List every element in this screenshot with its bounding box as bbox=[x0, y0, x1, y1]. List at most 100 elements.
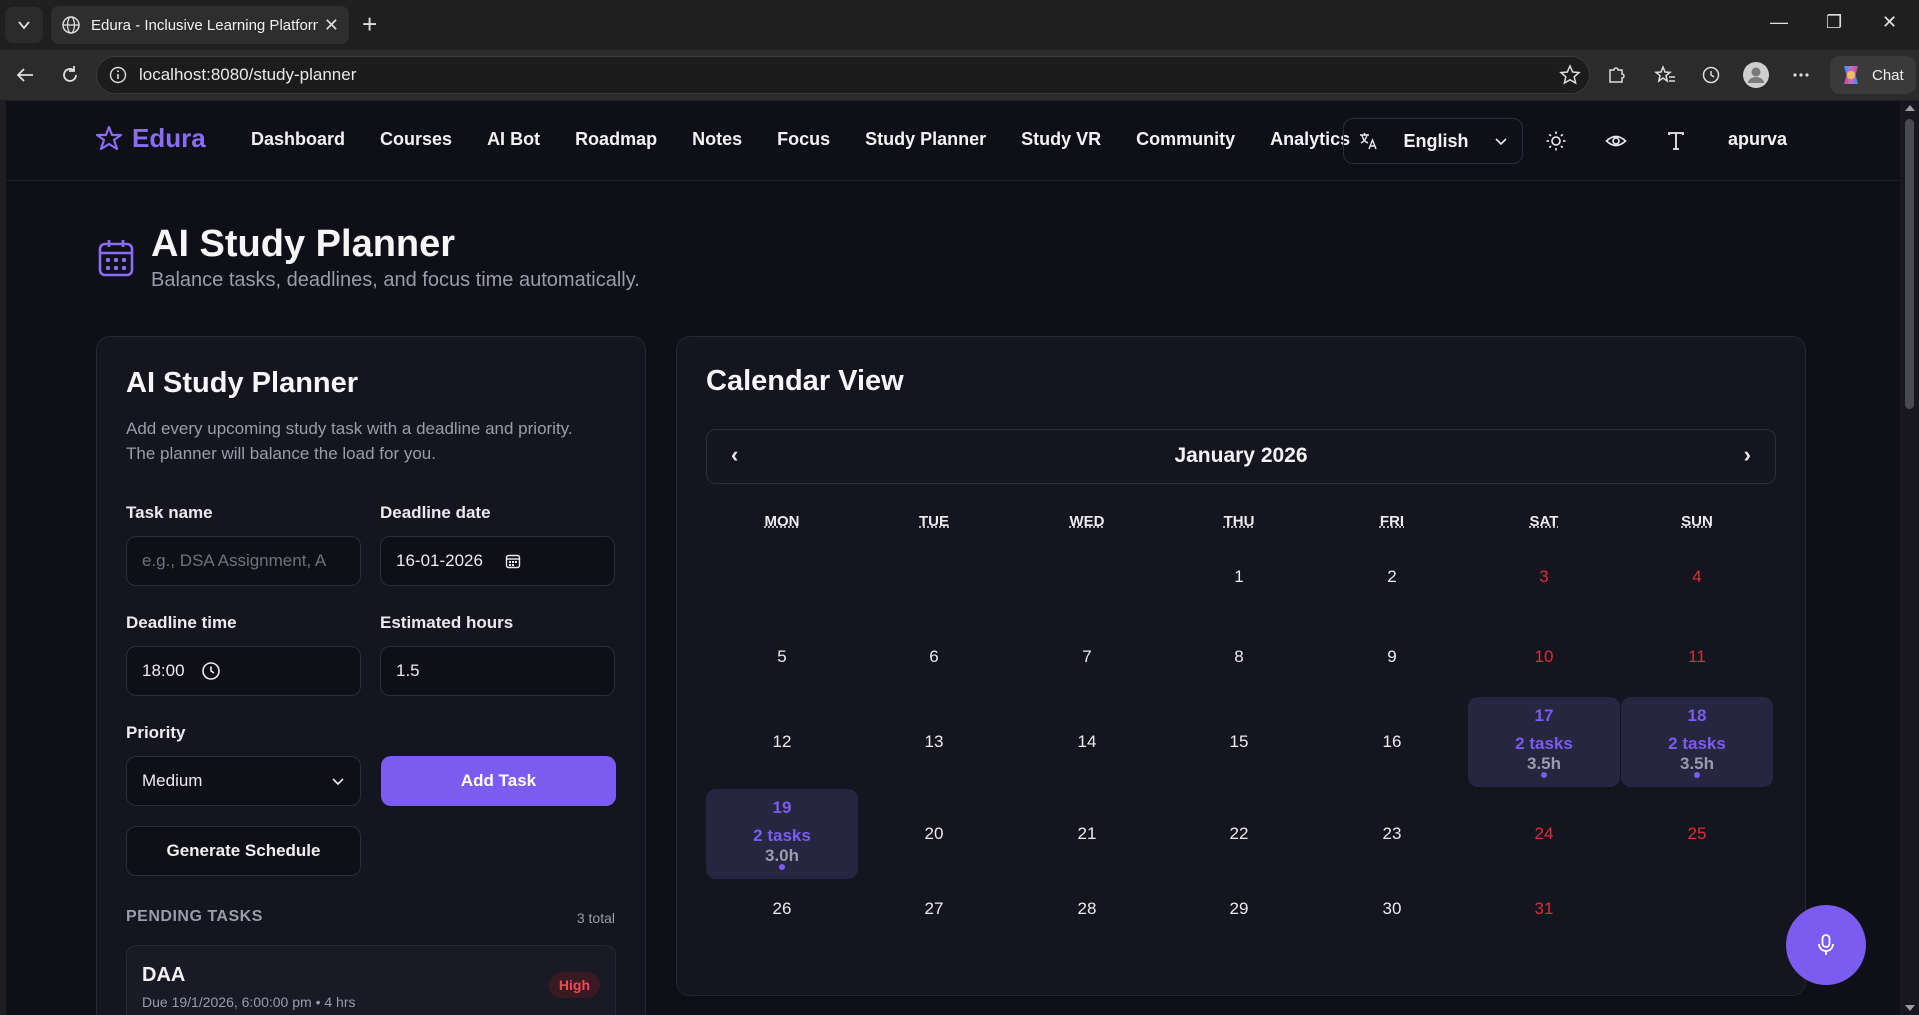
nav-link-courses[interactable]: Courses bbox=[380, 129, 452, 150]
calendar-day-1[interactable]: 1 bbox=[1163, 537, 1315, 617]
nav-link-focus[interactable]: Focus bbox=[777, 129, 830, 150]
calendar-day-5[interactable]: 5 bbox=[706, 617, 858, 697]
nav-link-community[interactable]: Community bbox=[1136, 129, 1235, 150]
deadline-time-input[interactable]: 18:00 bbox=[126, 646, 361, 696]
new-tab-button[interactable]: + bbox=[362, 11, 377, 37]
favorites-button[interactable] bbox=[1652, 62, 1678, 88]
day-number: 24 bbox=[1534, 824, 1554, 843]
reload-button[interactable] bbox=[57, 62, 83, 88]
day-number: 21 bbox=[1077, 824, 1097, 843]
favorite-star-button[interactable] bbox=[1557, 62, 1583, 88]
task-name: DAA bbox=[142, 964, 186, 986]
calendar-card: Calendar View ‹ January 2026 › MON TUE WED… bbox=[676, 336, 1806, 996]
scroll-up-arrow[interactable] bbox=[1905, 105, 1915, 111]
voice-assistant-button[interactable] bbox=[1786, 905, 1866, 985]
weekday-header: SUN bbox=[1681, 513, 1713, 530]
calendar-day-11[interactable]: 11 bbox=[1621, 617, 1773, 697]
more-menu-button[interactable] bbox=[1788, 62, 1814, 88]
restore-button[interactable]: ❐ bbox=[1826, 12, 1842, 33]
sun-icon bbox=[1546, 131, 1566, 151]
day-hours: 3.5h bbox=[1679, 754, 1715, 773]
calendar-day-26[interactable]: 26 bbox=[706, 869, 858, 949]
priority-badge: High bbox=[548, 972, 600, 998]
task-name-input[interactable]: e.g., DSA Assignment, A bbox=[126, 536, 361, 586]
calendar-day-14[interactable]: 14 bbox=[1011, 697, 1163, 787]
nav-link-analytics[interactable]: Analytics bbox=[1270, 129, 1350, 150]
profile-button[interactable] bbox=[1743, 62, 1769, 88]
nav-link-study-vr[interactable]: Study VR bbox=[1021, 129, 1101, 150]
priority-select[interactable]: Medium bbox=[126, 756, 361, 806]
clock-icon[interactable] bbox=[201, 661, 221, 681]
estimated-hours-input[interactable]: 1.5 bbox=[380, 646, 615, 696]
add-task-button[interactable]: Add Task bbox=[381, 756, 616, 806]
weekday-header: SAT bbox=[1529, 513, 1559, 530]
day-number: 6 bbox=[929, 647, 939, 666]
calendar-day-18[interactable]: 18 2 tasks 3.5h bbox=[1621, 697, 1773, 787]
calendar-day-19[interactable]: 19 2 tasks 3.0h bbox=[706, 789, 858, 879]
nav-link-roadmap[interactable]: Roadmap bbox=[575, 129, 657, 150]
text-icon bbox=[1668, 132, 1684, 150]
brand-logo[interactable]: Edura bbox=[94, 123, 206, 154]
font-size-button[interactable] bbox=[1664, 129, 1688, 153]
calendar-day-9[interactable]: 9 bbox=[1316, 617, 1468, 697]
calendar-day-10[interactable]: 10 bbox=[1468, 617, 1620, 697]
calendar-picker-icon[interactable] bbox=[505, 553, 521, 569]
browser-tab-active[interactable]: Edura - Inclusive Learning Platform ✕ bbox=[51, 6, 349, 44]
calendar-day-15[interactable]: 15 bbox=[1163, 697, 1315, 787]
scrollbar-thumb[interactable] bbox=[1905, 119, 1914, 409]
nav-link-study-planner[interactable]: Study Planner bbox=[865, 129, 986, 150]
address-bar[interactable]: localhost:8080/study-planner bbox=[96, 56, 1590, 94]
tab-list-button[interactable] bbox=[5, 7, 43, 43]
next-month-button[interactable]: › bbox=[1744, 442, 1751, 468]
calendar-day-31[interactable]: 31 bbox=[1468, 869, 1620, 949]
copilot-chat-button[interactable]: Chat bbox=[1830, 56, 1916, 94]
calendar-day-27[interactable]: 27 bbox=[858, 869, 1010, 949]
calendar-day-12[interactable]: 12 bbox=[706, 697, 858, 787]
calendar-day-22[interactable]: 22 bbox=[1163, 789, 1315, 879]
nav-link-ai-bot[interactable]: AI Bot bbox=[487, 129, 540, 150]
day-number: 22 bbox=[1229, 824, 1249, 843]
calendar-day-7[interactable]: 7 bbox=[1011, 617, 1163, 697]
calendar-day-20[interactable]: 20 bbox=[858, 789, 1010, 879]
generate-schedule-button[interactable]: Generate Schedule bbox=[126, 826, 361, 876]
accessibility-view-button[interactable] bbox=[1604, 129, 1628, 153]
calendar-day-23[interactable]: 23 bbox=[1316, 789, 1468, 879]
day-number: 8 bbox=[1234, 647, 1244, 666]
calendar-day-25[interactable]: 25 bbox=[1621, 789, 1773, 879]
calendar-day-30[interactable]: 30 bbox=[1316, 869, 1468, 949]
task-card[interactable]: DAA Due 19/1/2026, 6:00:00 pm • 4 hrs Hi… bbox=[126, 945, 616, 1015]
close-tab-icon[interactable]: ✕ bbox=[324, 15, 339, 36]
calendar-day-4[interactable]: 4 bbox=[1621, 537, 1773, 617]
theme-toggle-button[interactable] bbox=[1544, 129, 1568, 153]
nav-link-dashboard[interactable]: Dashboard bbox=[251, 129, 345, 150]
calendar-day-28[interactable]: 28 bbox=[1011, 869, 1163, 949]
planner-form-card: AI Study Planner Add every upcoming stud… bbox=[96, 336, 646, 1015]
weekday-header: THU bbox=[1223, 513, 1255, 530]
page-scrollbar[interactable] bbox=[1900, 101, 1919, 1015]
language-select[interactable]: English bbox=[1343, 118, 1523, 164]
nav-link-notes[interactable]: Notes bbox=[692, 129, 742, 150]
calendar-day-24[interactable]: 24 bbox=[1468, 789, 1620, 879]
calendar-day-17[interactable]: 17 2 tasks 3.5h bbox=[1468, 697, 1620, 787]
deadline-date-input[interactable]: 16-01-2026 bbox=[380, 536, 615, 586]
back-button[interactable] bbox=[12, 62, 38, 88]
calendar-day-8[interactable]: 8 bbox=[1163, 617, 1315, 697]
day-number: 15 bbox=[1229, 732, 1249, 751]
minimize-button[interactable]: — bbox=[1770, 12, 1788, 33]
deadline-time-value: 18:00 bbox=[142, 661, 185, 680]
user-menu[interactable]: apurva bbox=[1728, 129, 1787, 150]
calendar-day-6[interactable]: 6 bbox=[858, 617, 1010, 697]
day-task-count: 2 tasks bbox=[1668, 734, 1726, 753]
scroll-down-arrow[interactable] bbox=[1905, 1005, 1915, 1011]
calendar-day-16[interactable]: 16 bbox=[1316, 697, 1468, 787]
extensions-button[interactable] bbox=[1603, 62, 1629, 88]
history-button[interactable] bbox=[1698, 62, 1724, 88]
calendar-day-13[interactable]: 13 bbox=[858, 697, 1010, 787]
microphone-icon bbox=[1818, 934, 1834, 955]
brand-name: Edura bbox=[132, 123, 206, 153]
calendar-day-29[interactable]: 29 bbox=[1163, 869, 1315, 949]
calendar-day-2[interactable]: 2 bbox=[1316, 537, 1468, 617]
close-window-button[interactable]: ✕ bbox=[1882, 12, 1897, 33]
calendar-day-3[interactable]: 3 bbox=[1468, 537, 1620, 617]
calendar-day-21[interactable]: 21 bbox=[1011, 789, 1163, 879]
